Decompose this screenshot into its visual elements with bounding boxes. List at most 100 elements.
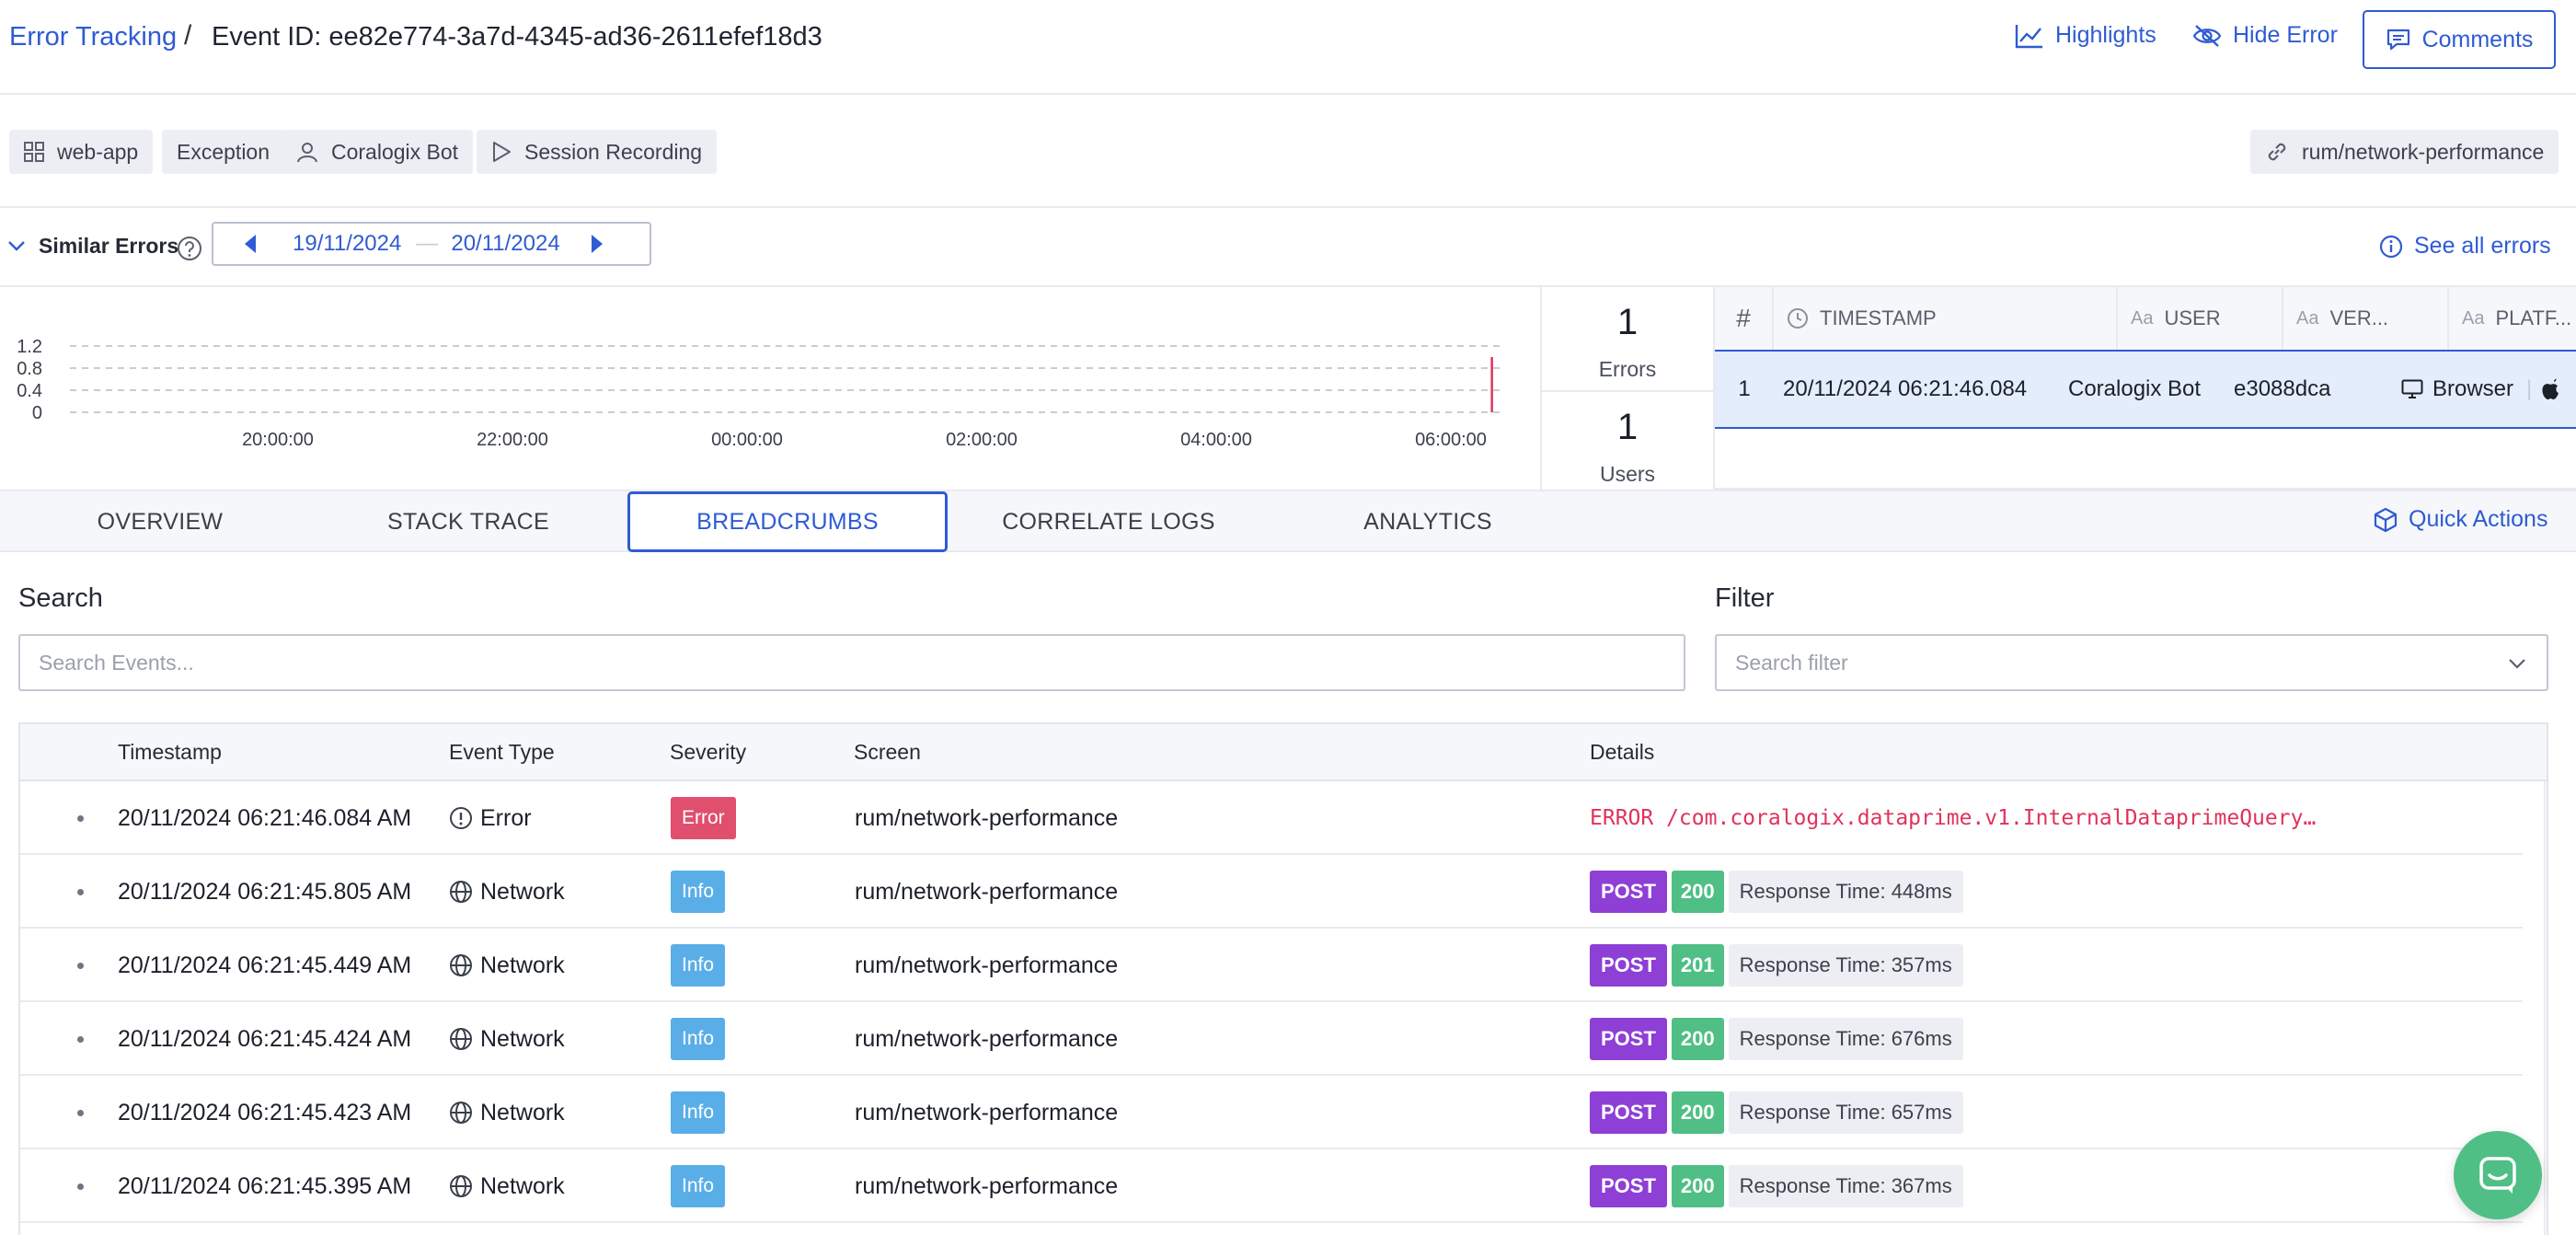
- table-row[interactable]: 20/11/2024 06:21:45.449 AM Network Info rum…: [20, 929, 2523, 1002]
- highlights-button[interactable]: Highlights: [2015, 22, 2156, 49]
- col-user-label: USER: [2164, 306, 2221, 329]
- severity-badge: Info: [671, 871, 726, 913]
- y-tick-label: 0: [32, 403, 42, 423]
- date-from[interactable]: 19/11/2024: [293, 231, 401, 257]
- row-details[interactable]: POST 200 Response Time: 448ms: [1590, 855, 1963, 929]
- event-type-label: Network: [480, 1099, 565, 1125]
- breadcrumb-separator: /: [184, 20, 192, 51]
- col-header-event-type[interactable]: Event Type: [449, 724, 555, 779]
- col-header-num[interactable]: #: [1715, 287, 1774, 350]
- col-timestamp-label: TIMESTAMP: [1820, 306, 1937, 329]
- help-icon[interactable]: [177, 236, 202, 261]
- row-timestamp: 20/11/2024 06:21:45.423 AM: [118, 1099, 412, 1125]
- row-details[interactable]: ERROR /com.coralogix.dataprime.v1.Intern…: [1590, 781, 2316, 855]
- stats-divider: [1542, 390, 1713, 392]
- row-timestamp: 20/11/2024 06:21:46.084 AM: [118, 804, 412, 831]
- table-row[interactable]: 20/11/2024 06:21:46.084 AM Error Error rum/…: [20, 781, 2523, 855]
- row-severity: Error: [671, 781, 736, 855]
- row-platform: Browser |: [2401, 352, 2559, 427]
- timeline-dot: [77, 1110, 84, 1116]
- highlights-label: Highlights: [2055, 22, 2156, 48]
- row-details[interactable]: POST 200 Response Time: 367ms: [1590, 1149, 1963, 1223]
- row-user: Coralogix Bot: [2068, 376, 2202, 401]
- prev-range-icon[interactable]: [243, 234, 258, 254]
- globe-icon: [449, 1027, 473, 1051]
- user-icon: [296, 141, 318, 163]
- x-tick-label: 02:00:00: [946, 430, 1018, 450]
- grid-icon: [24, 142, 44, 162]
- col-header-screen[interactable]: Screen: [854, 724, 921, 779]
- timeline-dot: [77, 1183, 84, 1190]
- col-header-severity[interactable]: Severity: [670, 724, 746, 779]
- tab-breadcrumbs[interactable]: BREADCRUMBS: [627, 491, 948, 552]
- status-badge: 200: [1671, 1165, 1724, 1207]
- col-header-timestamp[interactable]: Timestamp: [118, 724, 222, 779]
- quick-actions-button[interactable]: Quick Actions: [2374, 506, 2547, 533]
- table-row[interactable]: 20/11/2024 06:21:45.424 AM Network Info rum…: [20, 1002, 2523, 1076]
- tab-stack-trace[interactable]: STACK TRACE: [308, 491, 628, 552]
- play-icon: [491, 141, 512, 163]
- app-tag[interactable]: web-app: [9, 130, 154, 174]
- table-row[interactable]: 20/11/2024 06:21:45.395 AM Network Info rum…: [20, 1149, 2523, 1223]
- tab-analytics[interactable]: ANALYTICS: [1268, 491, 1588, 552]
- row-event-type: Network: [449, 1149, 565, 1223]
- date-separator: —: [416, 231, 439, 256]
- search-label: Search: [18, 583, 103, 613]
- type-tag-label: Exception: [177, 139, 270, 164]
- row-screen: rum/network-performance: [855, 804, 1119, 831]
- chat-icon: [2478, 1155, 2518, 1195]
- see-all-errors-link[interactable]: See all errors: [2379, 233, 2551, 260]
- chevron-down-icon[interactable]: [7, 239, 26, 252]
- x-tick-label: 04:00:00: [1180, 430, 1252, 450]
- tab-overview[interactable]: OVERVIEW: [0, 491, 320, 552]
- row-timestamp: 20/11/2024 06:21:45.805 AM: [118, 878, 412, 905]
- filter-select[interactable]: Search filter: [1715, 634, 2548, 691]
- comments-button[interactable]: Comments: [2363, 10, 2556, 69]
- x-tick-label: 22:00:00: [477, 430, 548, 450]
- hide-error-button[interactable]: Hide Error: [2192, 22, 2338, 49]
- stats-panel: 1 Errors 1 Users: [1540, 287, 1715, 490]
- row-timestamp: 20/11/2024 06:21:45.424 AM: [118, 1025, 412, 1052]
- response-time-badge: Response Time: 676ms: [1728, 1018, 1963, 1060]
- row-details[interactable]: POST 200 Response Time: 676ms: [1590, 1002, 1963, 1076]
- row-details[interactable]: POST 201 Response Time: 357ms: [1590, 929, 1963, 1002]
- user-tag[interactable]: Coralogix Bot: [282, 130, 474, 174]
- row-event-type: Network: [449, 929, 565, 1002]
- table-scrollbar[interactable]: [2544, 781, 2547, 1235]
- status-badge: 201: [1671, 944, 1724, 987]
- chart-line-icon: [2015, 23, 2044, 49]
- next-range-icon[interactable]: [590, 234, 604, 254]
- chat-widget-button[interactable]: [2454, 1131, 2542, 1219]
- status-badge: 200: [1671, 1018, 1724, 1060]
- table-row[interactable]: 20/11/2024 06:21:45.805 AM Network Info rum…: [20, 855, 2523, 929]
- breadcrumb-error-tracking-link[interactable]: Error Tracking: [9, 22, 177, 52]
- type-tag[interactable]: Exception: [162, 130, 285, 174]
- globe-icon: [449, 880, 473, 904]
- severity-badge: Info: [671, 1091, 726, 1134]
- session-recording-tag[interactable]: Session Recording: [477, 130, 718, 174]
- date-to[interactable]: 20/11/2024: [451, 231, 559, 257]
- response-time-badge: Response Time: 367ms: [1728, 1165, 1963, 1207]
- hide-error-label: Hide Error: [2233, 22, 2338, 48]
- tab-correlate-logs[interactable]: CORRELATE LOGS: [949, 491, 1269, 552]
- col-header-user[interactable]: Aa USER: [2118, 287, 2283, 350]
- similar-errors-label: Similar Errors: [39, 234, 179, 258]
- similar-error-row[interactable]: 1 20/11/2024 06:21:46.084 Coralogix Bot …: [1715, 350, 2576, 429]
- cube-icon: [2374, 507, 2398, 533]
- method-badge: POST: [1590, 1091, 1667, 1134]
- table-row[interactable]: 20/11/2024 06:21:45.423 AM Network Info rum…: [20, 1076, 2523, 1149]
- row-timestamp: 20/11/2024 06:21:45.395 AM: [118, 1172, 412, 1199]
- date-range-picker[interactable]: 19/11/2024 — 20/11/2024: [212, 222, 651, 266]
- row-details[interactable]: POST 200 Response Time: 657ms: [1590, 1076, 1963, 1149]
- col-header-platform[interactable]: Aa PLATF...: [2449, 287, 2576, 350]
- error-message[interactable]: ERROR /com.coralogix.dataprime.v1.Intern…: [1590, 806, 2316, 830]
- col-header-details[interactable]: Details: [1590, 724, 1654, 779]
- row-event-type: Network: [449, 1002, 565, 1076]
- severity-badge: Info: [671, 1018, 726, 1060]
- col-header-version[interactable]: Aa VER...: [2283, 287, 2449, 350]
- page-tag[interactable]: rum/network-performance: [2250, 130, 2559, 174]
- errors-count: 1: [1616, 302, 1639, 342]
- search-events-input[interactable]: Search Events...: [18, 634, 1685, 691]
- users-count: 1: [1616, 407, 1639, 447]
- col-header-timestamp[interactable]: TIMESTAMP: [1774, 287, 2118, 350]
